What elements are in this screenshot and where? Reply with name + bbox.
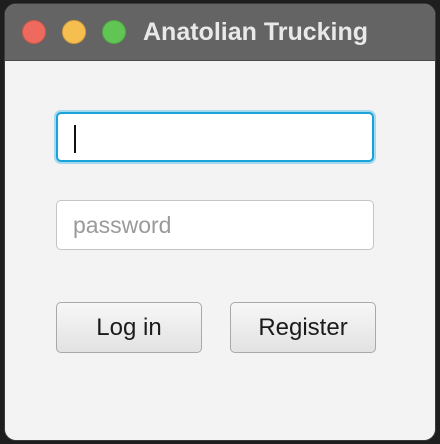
username-input[interactable] [56, 112, 374, 162]
password-input[interactable]: password [56, 200, 374, 250]
password-placeholder: password [73, 212, 172, 238]
text-cursor [74, 125, 76, 153]
register-button[interactable]: Register [230, 302, 376, 353]
close-window-button[interactable] [22, 20, 46, 44]
app-window: Anatolian Trucking password Log in Regis… [5, 4, 435, 440]
login-button[interactable]: Log in [56, 302, 202, 353]
zoom-window-button[interactable] [102, 20, 126, 44]
login-form: password Log in Register [5, 61, 435, 440]
minimize-window-button[interactable] [62, 20, 86, 44]
title-bar[interactable]: Anatolian Trucking [5, 4, 435, 61]
window-title: Anatolian Trucking [143, 18, 369, 46]
